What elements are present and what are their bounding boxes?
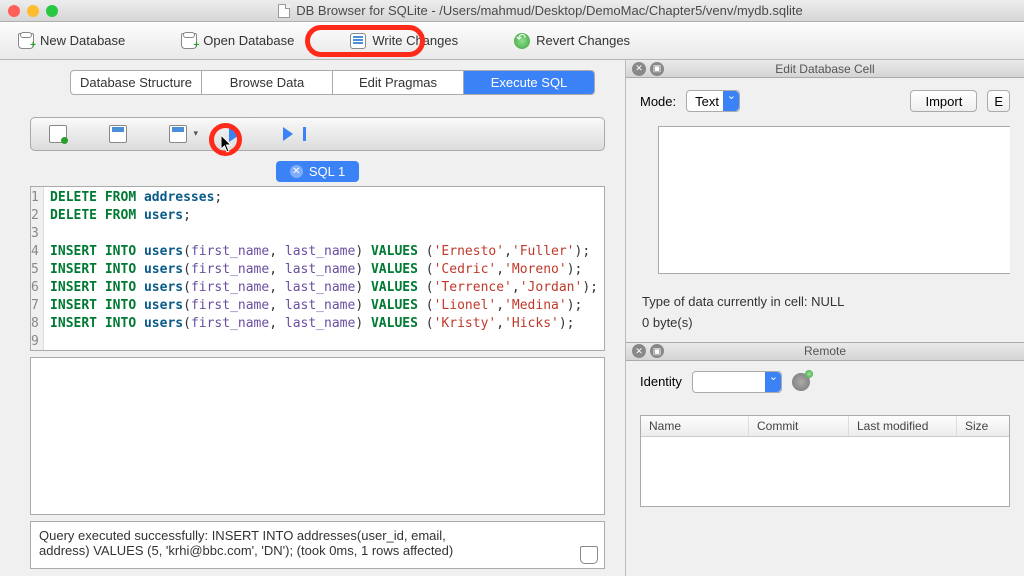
window-close-button[interactable] (8, 5, 20, 17)
status-line-1: Query executed successfully: INSERT INTO… (39, 528, 596, 543)
execute-sql-icon[interactable] (229, 126, 241, 142)
new-database-icon (18, 33, 34, 49)
status-db-icon (580, 546, 598, 564)
col-last-modified[interactable]: Last modified (849, 416, 957, 436)
edit-cell-header: ✕ ▣ Edit Database Cell (626, 60, 1024, 78)
open-sql-icon[interactable] (49, 125, 67, 143)
window-minimize-button[interactable] (27, 5, 39, 17)
tab-database-structure[interactable]: Database Structure (71, 71, 202, 94)
right-pane: ✕ ▣ Edit Database Cell Mode: Text Import… (625, 60, 1024, 576)
open-database-icon (181, 33, 197, 49)
main-toolbar: New Database Open Database Write Changes… (0, 22, 1024, 60)
save-sql-as-icon[interactable] (169, 125, 187, 143)
results-grid[interactable] (30, 357, 605, 515)
identity-select[interactable] (692, 371, 782, 393)
sql-toolbar (30, 117, 605, 151)
write-changes-button[interactable]: Write Changes (342, 29, 466, 53)
open-database-button[interactable]: Open Database (173, 29, 302, 53)
tab-browse-data[interactable]: Browse Data (202, 71, 333, 94)
remote-detach-icon[interactable]: ▣ (650, 344, 664, 358)
window-maximize-button[interactable] (46, 5, 58, 17)
panel-detach-icon[interactable]: ▣ (650, 62, 664, 76)
remote-panel: ✕ ▣ Remote Identity Name Commit Last mod… (626, 342, 1024, 507)
remote-title: Remote (626, 344, 1024, 358)
status-line-2: address) VALUES (5, 'krhi@bbc.com', 'DN'… (39, 543, 596, 558)
status-panel: Query executed successfully: INSERT INTO… (30, 521, 605, 569)
import-button[interactable]: Import (910, 90, 977, 112)
remote-settings-icon[interactable] (792, 373, 810, 391)
revert-changes-icon (514, 33, 530, 49)
remote-close-icon[interactable]: ✕ (632, 344, 646, 358)
new-database-button[interactable]: New Database (10, 29, 133, 53)
cell-type-info: Type of data currently in cell: NULL (642, 292, 1008, 313)
document-icon (278, 4, 290, 18)
execute-step-icon[interactable] (283, 127, 293, 141)
write-changes-icon (350, 33, 366, 49)
export-button[interactable]: E (987, 90, 1010, 112)
tab-edit-pragmas[interactable]: Edit Pragmas (333, 71, 464, 94)
left-pane: Database Structure Browse Data Edit Prag… (0, 60, 625, 576)
new-database-label: New Database (40, 33, 125, 48)
sql-editor[interactable]: 123 456 789 DELETE FROM addresses; DELET… (30, 186, 605, 351)
remote-table[interactable]: Name Commit Last modified Size (640, 415, 1010, 507)
window-title-text: DB Browser for SQLite - /Users/mahmud/De… (296, 3, 802, 18)
sql-tab-1[interactable]: ✕ SQL 1 (276, 161, 359, 182)
title-bar: DB Browser for SQLite - /Users/mahmud/De… (0, 0, 1024, 22)
revert-changes-button[interactable]: Revert Changes (506, 29, 638, 53)
remote-header: ✕ ▣ Remote (626, 343, 1024, 361)
col-name[interactable]: Name (641, 416, 749, 436)
open-database-label: Open Database (203, 33, 294, 48)
sql-code[interactable]: DELETE FROM addresses; DELETE FROM users… (44, 187, 604, 350)
save-sql-icon[interactable] (109, 125, 127, 143)
cell-textarea[interactable] (658, 126, 1010, 274)
panel-close-icon[interactable]: ✕ (632, 62, 646, 76)
edit-cell-title: Edit Database Cell (626, 62, 1024, 76)
tab-bar: Database Structure Browse Data Edit Prag… (70, 70, 595, 95)
col-commit[interactable]: Commit (749, 416, 849, 436)
close-tab-icon[interactable]: ✕ (290, 165, 303, 178)
line-gutter: 123 456 789 (31, 187, 43, 350)
tab-execute-sql[interactable]: Execute SQL (464, 71, 594, 94)
identity-label: Identity (640, 374, 682, 389)
col-size[interactable]: Size (957, 416, 1009, 436)
cell-size-info: 0 byte(s) (642, 313, 1008, 334)
revert-changes-label: Revert Changes (536, 33, 630, 48)
write-changes-label: Write Changes (372, 33, 458, 48)
sql-tab-label: SQL 1 (309, 164, 345, 179)
mode-select[interactable]: Text (686, 90, 740, 112)
window-title: DB Browser for SQLite - /Users/mahmud/De… (65, 3, 1016, 18)
mode-label: Mode: (640, 94, 676, 109)
remote-table-header: Name Commit Last modified Size (641, 416, 1009, 437)
